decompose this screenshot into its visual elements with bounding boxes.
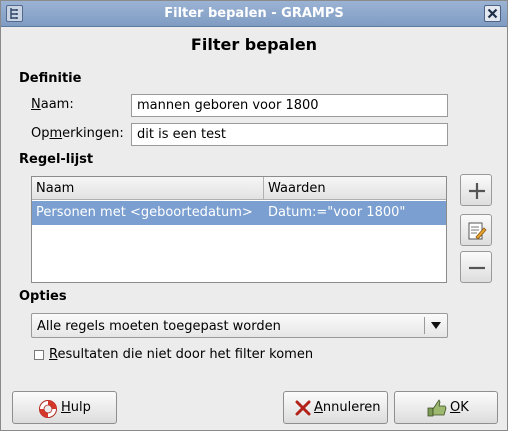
cancel-text: nnuleren [322, 400, 381, 415]
ok-label: OK [450, 400, 469, 415]
ok-hand-icon [427, 399, 447, 417]
help-button[interactable]: Hulp [12, 391, 117, 424]
window-title: Filter bepalen - GRAMPS [164, 6, 344, 21]
help-mnemonic: H [61, 400, 71, 415]
close-icon[interactable] [484, 5, 501, 22]
rule-value-cell: Datum:="voor 1800" [268, 205, 406, 220]
invert-label-text: esultaten die niet door het filter komen [57, 347, 314, 362]
cancel-mnemonic: A [314, 400, 323, 415]
combo-separator [424, 317, 425, 334]
ok-mnemonic: O [450, 400, 461, 415]
name-label: Naam: [31, 97, 74, 112]
cancel-label: Annuleren [314, 400, 381, 415]
help-label: Hulp [61, 400, 91, 415]
invert-checkbox[interactable] [34, 350, 44, 360]
options-section-label: Opties [19, 289, 67, 304]
help-text: ulp [70, 400, 91, 415]
remove-rule-button[interactable] [460, 251, 492, 283]
edit-rule-button[interactable] [460, 214, 492, 246]
name-label-mnemonic: N [31, 97, 41, 112]
comment-label-mnemonic: m [49, 126, 63, 141]
comment-label: Opmerkingen: [31, 126, 124, 141]
plus-icon [469, 183, 485, 199]
rule-mode-value: Alle regels moeten toegepast worden [37, 319, 281, 334]
definition-section-label: Definitie [19, 71, 82, 86]
invert-label[interactable]: Resultaten die niet door het filter kome… [49, 347, 313, 362]
rule-row[interactable]: Personen met <geboortedatum> Datum:="voo… [32, 201, 446, 225]
rules-section-label: Regel-lijst [19, 152, 94, 167]
comment-input[interactable]: dit is een test [131, 123, 448, 146]
rule-name-cell: Personen met <geboortedatum> [36, 205, 253, 220]
name-input[interactable]: mannen geboren voor 1800 [131, 94, 448, 117]
ok-button[interactable]: OK [394, 391, 498, 424]
cancel-x-icon [295, 400, 311, 416]
minus-icon [469, 266, 485, 270]
name-label-text: aam: [40, 97, 74, 112]
column-header-values[interactable]: Waarden [264, 177, 446, 200]
rule-mode-select[interactable]: Alle regels moeten toegepast worden [31, 313, 448, 338]
dialog-heading: Filter bepalen [190, 35, 318, 54]
rules-list[interactable]: Naam Waarden Personen met <geboortedatum… [31, 176, 447, 283]
cancel-button[interactable]: Annuleren [283, 391, 388, 424]
add-rule-button[interactable] [460, 174, 492, 206]
column-header-name[interactable]: Naam [32, 177, 264, 200]
chevron-down-icon [431, 322, 441, 329]
comment-label-pre: Op [31, 126, 50, 141]
edit-icon [468, 222, 487, 240]
title-bar[interactable]: Filter bepalen - GRAMPS [1, 1, 507, 27]
ok-text: K [460, 400, 469, 415]
filter-dialog: Filter bepalen - GRAMPS Filter bepalen D… [0, 0, 508, 431]
comment-label-post: erkingen: [62, 126, 124, 141]
lifebuoy-icon [39, 400, 57, 418]
